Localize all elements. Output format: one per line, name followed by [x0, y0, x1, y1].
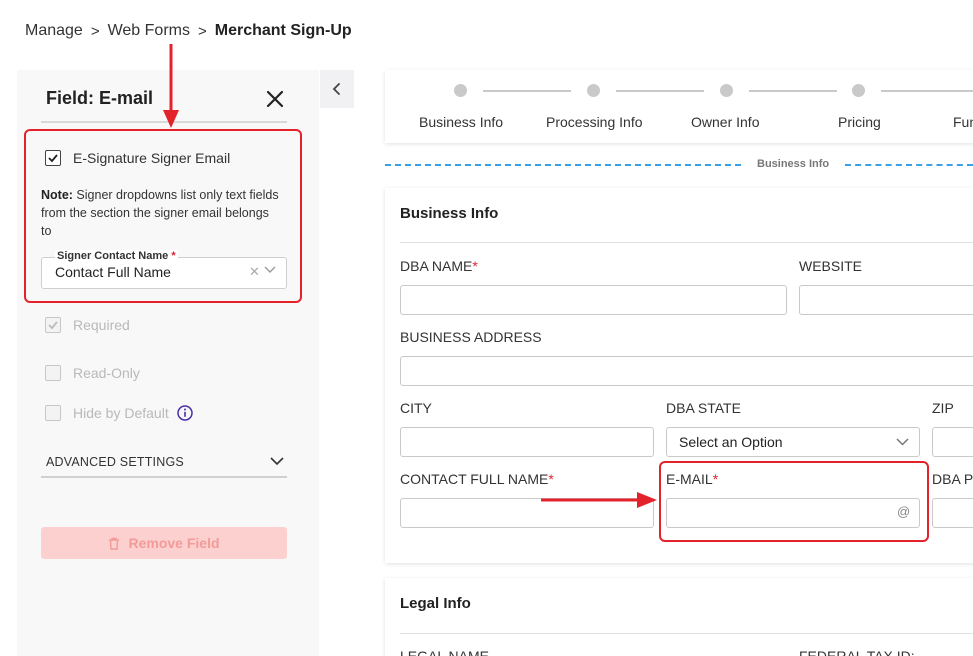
- required-label: Required: [73, 317, 130, 333]
- required-checkbox: [45, 317, 61, 333]
- zip-input[interactable]: [932, 427, 973, 457]
- dba-name-label-text: DBA NAME: [400, 258, 473, 274]
- section-divider-line: [385, 164, 741, 166]
- step-processing-info[interactable]: Processing Info: [546, 114, 643, 130]
- arrow-annotation: [541, 492, 657, 508]
- collapse-panel-button[interactable]: [320, 70, 354, 108]
- business-info-title: Business Info: [400, 205, 499, 222]
- step-fun[interactable]: Fun: [953, 114, 973, 130]
- city-input[interactable]: [400, 427, 654, 457]
- zip-label: ZIP: [932, 400, 954, 416]
- readonly-label: Read-Only: [73, 365, 140, 381]
- required-checkbox-row: Required: [45, 317, 130, 333]
- breadcrumb-current: Merchant Sign-Up: [214, 22, 352, 39]
- chevron-down-icon[interactable]: [896, 438, 909, 446]
- readonly-checkbox: [45, 365, 61, 381]
- divider: [400, 242, 973, 243]
- breadcrumb-separator: >: [90, 22, 100, 40]
- breadcrumb: Manage > Web Forms > Merchant Sign-Up: [25, 22, 352, 40]
- step-pricing[interactable]: Pricing: [838, 114, 881, 130]
- step-owner-info[interactable]: Owner Info: [691, 114, 759, 130]
- contact-full-name-label: CONTACT FULL NAME*: [400, 471, 554, 487]
- legal-info-card: [385, 578, 973, 656]
- legal-info-title: Legal Info: [400, 595, 471, 612]
- dba-name-input[interactable]: [400, 285, 787, 315]
- required-mark: *: [472, 258, 478, 274]
- dba-state-label: DBA STATE: [666, 400, 741, 416]
- divider: [41, 476, 287, 478]
- chevron-down-icon[interactable]: [270, 457, 284, 466]
- dba-name-label: DBA NAME*: [400, 258, 478, 274]
- readonly-checkbox-row: Read-Only: [45, 365, 140, 381]
- section-divider-line: [845, 164, 973, 166]
- step-dot[interactable]: [720, 84, 733, 97]
- step-line: [483, 90, 571, 92]
- annotation-highlight-box: [24, 129, 302, 303]
- arrow-annotation: [163, 44, 179, 128]
- breadcrumb-separator: >: [197, 22, 207, 40]
- dba-p-label: DBA P: [932, 471, 973, 487]
- check-icon: [48, 321, 58, 330]
- business-address-label: BUSINESS ADDRESS: [400, 329, 542, 345]
- website-label: WEBSITE: [799, 258, 863, 274]
- trash-icon: [108, 537, 120, 550]
- city-label: CITY: [400, 400, 432, 416]
- close-icon[interactable]: [263, 87, 287, 111]
- breadcrumb-web-forms[interactable]: Web Forms: [108, 22, 190, 40]
- advanced-settings-toggle[interactable]: ADVANCED SETTINGS: [46, 455, 184, 469]
- step-dot[interactable]: [852, 84, 865, 97]
- required-mark: *: [548, 471, 554, 487]
- step-business-info[interactable]: Business Info: [419, 114, 503, 130]
- hide-default-checkbox: [45, 405, 61, 421]
- remove-field-button[interactable]: Remove Field: [41, 527, 287, 559]
- chevron-left-icon: [332, 83, 340, 95]
- step-line: [749, 90, 837, 92]
- info-icon[interactable]: [176, 405, 193, 421]
- legal-name-label: LEGAL NAME: [400, 648, 489, 656]
- contact-full-name-label-text: CONTACT FULL NAME: [400, 471, 549, 487]
- annotation-highlight-box: [659, 461, 929, 542]
- dba-p-input[interactable]: [932, 498, 973, 528]
- breadcrumb-manage[interactable]: Manage: [25, 22, 83, 40]
- hide-default-checkbox-row: Hide by Default: [45, 405, 193, 421]
- form-steps-bar: [385, 70, 973, 143]
- step-line: [881, 90, 973, 92]
- hide-default-label: Hide by Default: [73, 405, 169, 421]
- divider: [400, 633, 973, 634]
- dba-state-placeholder: Select an Option: [679, 434, 783, 450]
- panel-title: Field: E-mail: [46, 88, 154, 108]
- step-line: [616, 90, 704, 92]
- website-input[interactable]: [799, 285, 973, 315]
- federal-tax-id-label: FEDERAL TAX ID:: [799, 648, 915, 656]
- step-dot[interactable]: [587, 84, 600, 97]
- remove-field-label: Remove Field: [128, 535, 220, 551]
- section-divider-label: Business Info: [757, 158, 830, 170]
- step-dot[interactable]: [454, 84, 467, 97]
- business-address-input[interactable]: [400, 356, 973, 386]
